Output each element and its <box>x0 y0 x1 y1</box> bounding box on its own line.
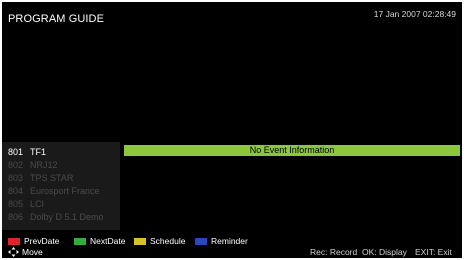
record-hint: Rec: Record <box>310 247 358 257</box>
channel-item-805[interactable]: 805 LCI <box>8 198 44 210</box>
schedule-label: Schedule <box>150 236 186 246</box>
channel-item-801[interactable]: 801 TF1 <box>8 146 46 158</box>
event-panel: No Event Information <box>120 142 462 230</box>
arrow-keys-icon <box>8 247 19 257</box>
channel-number: 801 <box>8 147 24 157</box>
channel-list: 801 TF1 802 NRJ12 803 TPS STAR 804 Eurosport… <box>2 142 120 230</box>
channel-number: 802 <box>8 160 24 170</box>
channel-name: Dolby D 5.1 Demo <box>30 212 104 222</box>
page-title: PROGRAM GUIDE <box>8 13 105 25</box>
channel-number: 805 <box>8 199 24 209</box>
program-guide-screen: PROGRAM GUIDE 17 Jan 2007 02:28:49 801 TF… <box>2 2 462 258</box>
reminder-label: Reminder <box>211 236 248 246</box>
channel-name: NRJ12 <box>30 160 58 170</box>
channel-item-802[interactable]: 802 NRJ12 <box>8 159 58 171</box>
exit-hint: EXIT: Exit <box>415 247 452 257</box>
channel-name: LCI <box>30 199 45 209</box>
red-key-icon <box>8 237 20 245</box>
move-hint: Move <box>8 247 43 257</box>
reminder-key[interactable]: Reminder <box>195 236 248 246</box>
channel-number: 806 <box>8 212 24 222</box>
move-label: Move <box>22 247 43 257</box>
green-key-icon <box>74 237 86 245</box>
next-date-label: NextDate <box>90 236 126 246</box>
channel-item-804[interactable]: 804 Eurosport France <box>8 185 100 197</box>
channel-item-803[interactable]: 803 TPS STAR <box>8 172 73 184</box>
channel-name: Eurosport France <box>30 186 100 196</box>
channel-name: TF1 <box>30 147 47 157</box>
event-info-bar[interactable]: No Event Information <box>124 145 460 156</box>
channel-name: TPS STAR <box>30 173 74 183</box>
next-date-key[interactable]: NextDate <box>74 236 125 246</box>
channel-item-806[interactable]: 806 Dolby D 5.1 Demo <box>8 211 104 223</box>
channel-number: 804 <box>8 186 24 196</box>
prev-date-key[interactable]: PrevDate <box>8 236 59 246</box>
prev-date-label: PrevDate <box>24 236 60 246</box>
date-time: 17 Jan 2007 02:28:49 <box>373 9 456 19</box>
channel-number: 803 <box>8 173 24 183</box>
blue-key-icon <box>195 237 207 245</box>
schedule-key[interactable]: Schedule <box>134 236 185 246</box>
display-hint: OK: Display <box>362 247 407 257</box>
yellow-key-icon <box>134 237 146 245</box>
